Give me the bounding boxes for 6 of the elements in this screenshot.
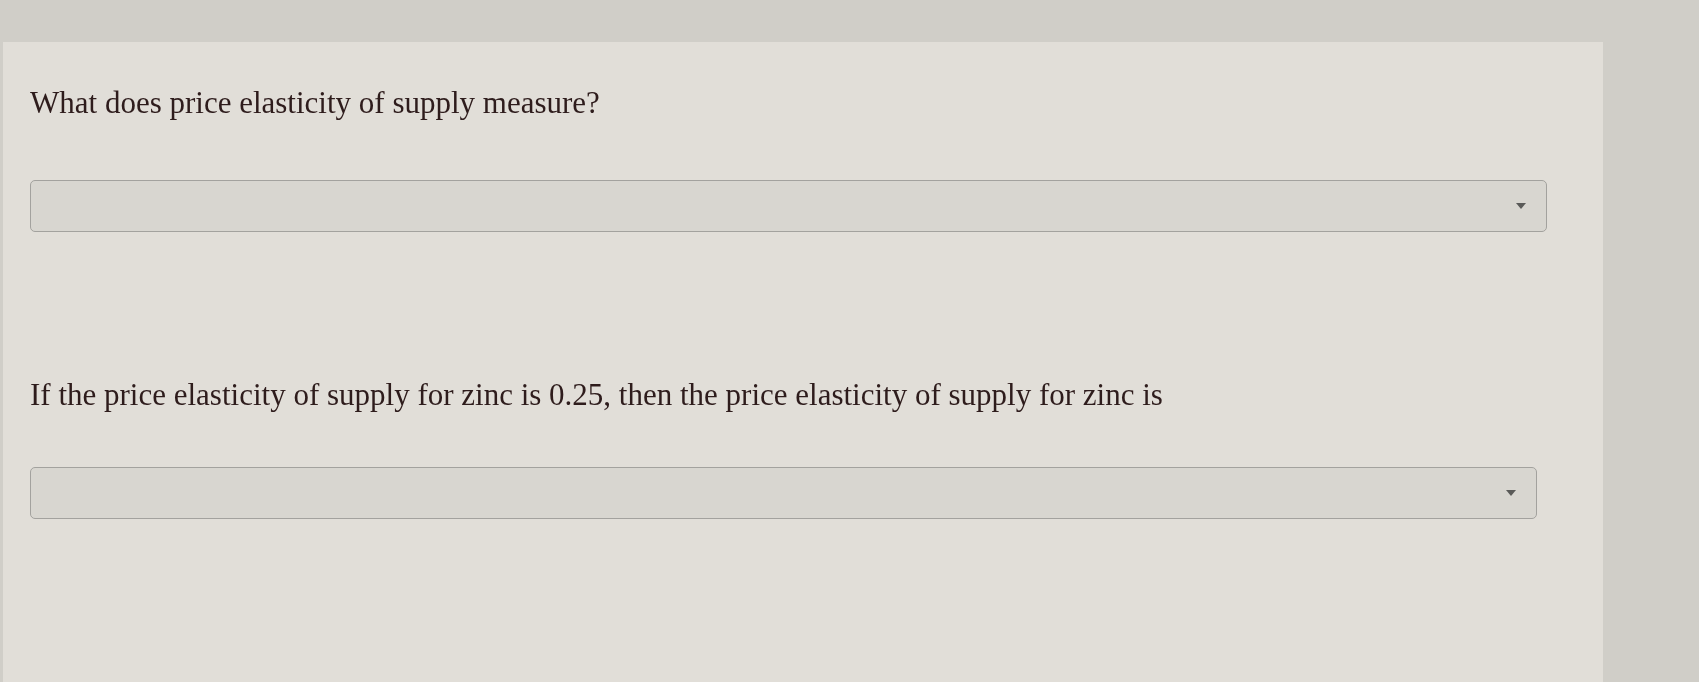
answer-dropdown[interactable] [30,467,1537,519]
caret-icon [1506,490,1516,496]
answer-dropdown[interactable] [30,180,1547,232]
caret-icon [1516,203,1526,209]
question-text: What does price elasticity of supply measure? [30,85,600,121]
question-text: If the price elasticity of supply for zinc is 0.25, then the price elasticity of supply for zinc is [30,377,1163,413]
